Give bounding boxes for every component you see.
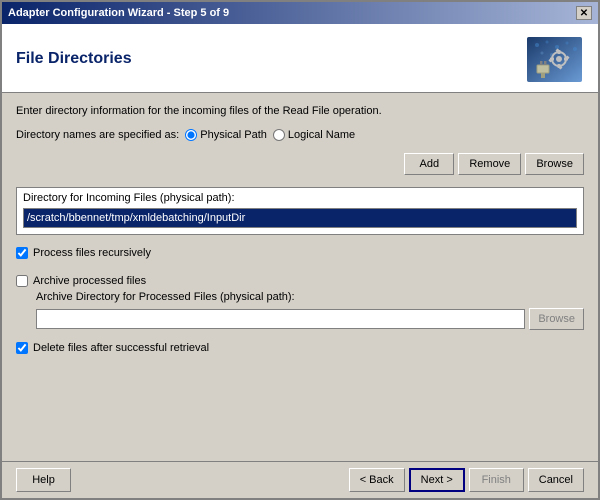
wizard-window: Adapter Configuration Wizard - Step 5 of…: [0, 0, 600, 500]
archive-row: Archive processed files: [16, 275, 584, 287]
footer-nav-buttons: < Back Next > Finish Cancel: [349, 468, 584, 492]
next-button[interactable]: Next >: [409, 468, 465, 492]
radio-physical[interactable]: [185, 129, 197, 141]
radio-logical-text: Logical Name: [288, 129, 355, 141]
archive-inner: Archive Directory for Processed Files (p…: [36, 291, 584, 330]
delete-label[interactable]: Delete files after successful retrieval: [33, 342, 209, 354]
browse-button[interactable]: Browse: [525, 153, 584, 175]
action-buttons-row: Add Remove Browse: [16, 153, 584, 175]
incoming-group-label: Directory for Incoming Files (physical p…: [23, 192, 577, 204]
archive-section: Archive processed files Archive Director…: [16, 271, 584, 330]
radio-physical-text: Physical Path: [200, 129, 267, 141]
directory-names-row: Directory names are specified as: Physic…: [16, 129, 584, 141]
back-button[interactable]: < Back: [349, 468, 405, 492]
footer: Help < Back Next > Finish Cancel: [2, 461, 598, 498]
archive-label[interactable]: Archive processed files: [33, 275, 146, 287]
radio-physical-label[interactable]: Physical Path: [185, 129, 267, 141]
archive-checkbox[interactable]: [16, 275, 28, 287]
archive-path-label: Archive Directory for Processed Files (p…: [36, 291, 584, 303]
main-content: Enter directory information for the inco…: [2, 93, 598, 461]
close-button[interactable]: ✕: [576, 6, 592, 20]
incoming-path-input[interactable]: [23, 208, 577, 228]
delete-checkbox[interactable]: [16, 342, 28, 354]
info-text: Enter directory information for the inco…: [16, 105, 584, 117]
delete-row: Delete files after successful retrieval: [16, 342, 584, 354]
cancel-button[interactable]: Cancel: [528, 468, 584, 492]
recursive-label[interactable]: Process files recursively: [33, 247, 151, 259]
radio-logical-label[interactable]: Logical Name: [273, 129, 355, 141]
archive-path-input[interactable]: [36, 309, 525, 329]
archive-path-row: Browse: [36, 308, 584, 330]
finish-button[interactable]: Finish: [469, 468, 524, 492]
remove-button[interactable]: Remove: [458, 153, 521, 175]
help-button[interactable]: Help: [16, 468, 71, 492]
title-bar: Adapter Configuration Wizard - Step 5 of…: [2, 2, 598, 24]
incoming-files-group: Directory for Incoming Files (physical p…: [16, 187, 584, 235]
add-button[interactable]: Add: [404, 153, 454, 175]
page-title: File Directories: [16, 50, 132, 68]
header-section: File Directories: [2, 24, 598, 93]
title-bar-text: Adapter Configuration Wizard - Step 5 of…: [8, 7, 229, 19]
radio-logical[interactable]: [273, 129, 285, 141]
archive-browse-button[interactable]: Browse: [529, 308, 584, 330]
recursive-row: Process files recursively: [16, 247, 584, 259]
directory-names-label: Directory names are specified as:: [16, 129, 179, 141]
recursive-checkbox[interactable]: [16, 247, 28, 259]
header-icon: [524, 34, 584, 84]
